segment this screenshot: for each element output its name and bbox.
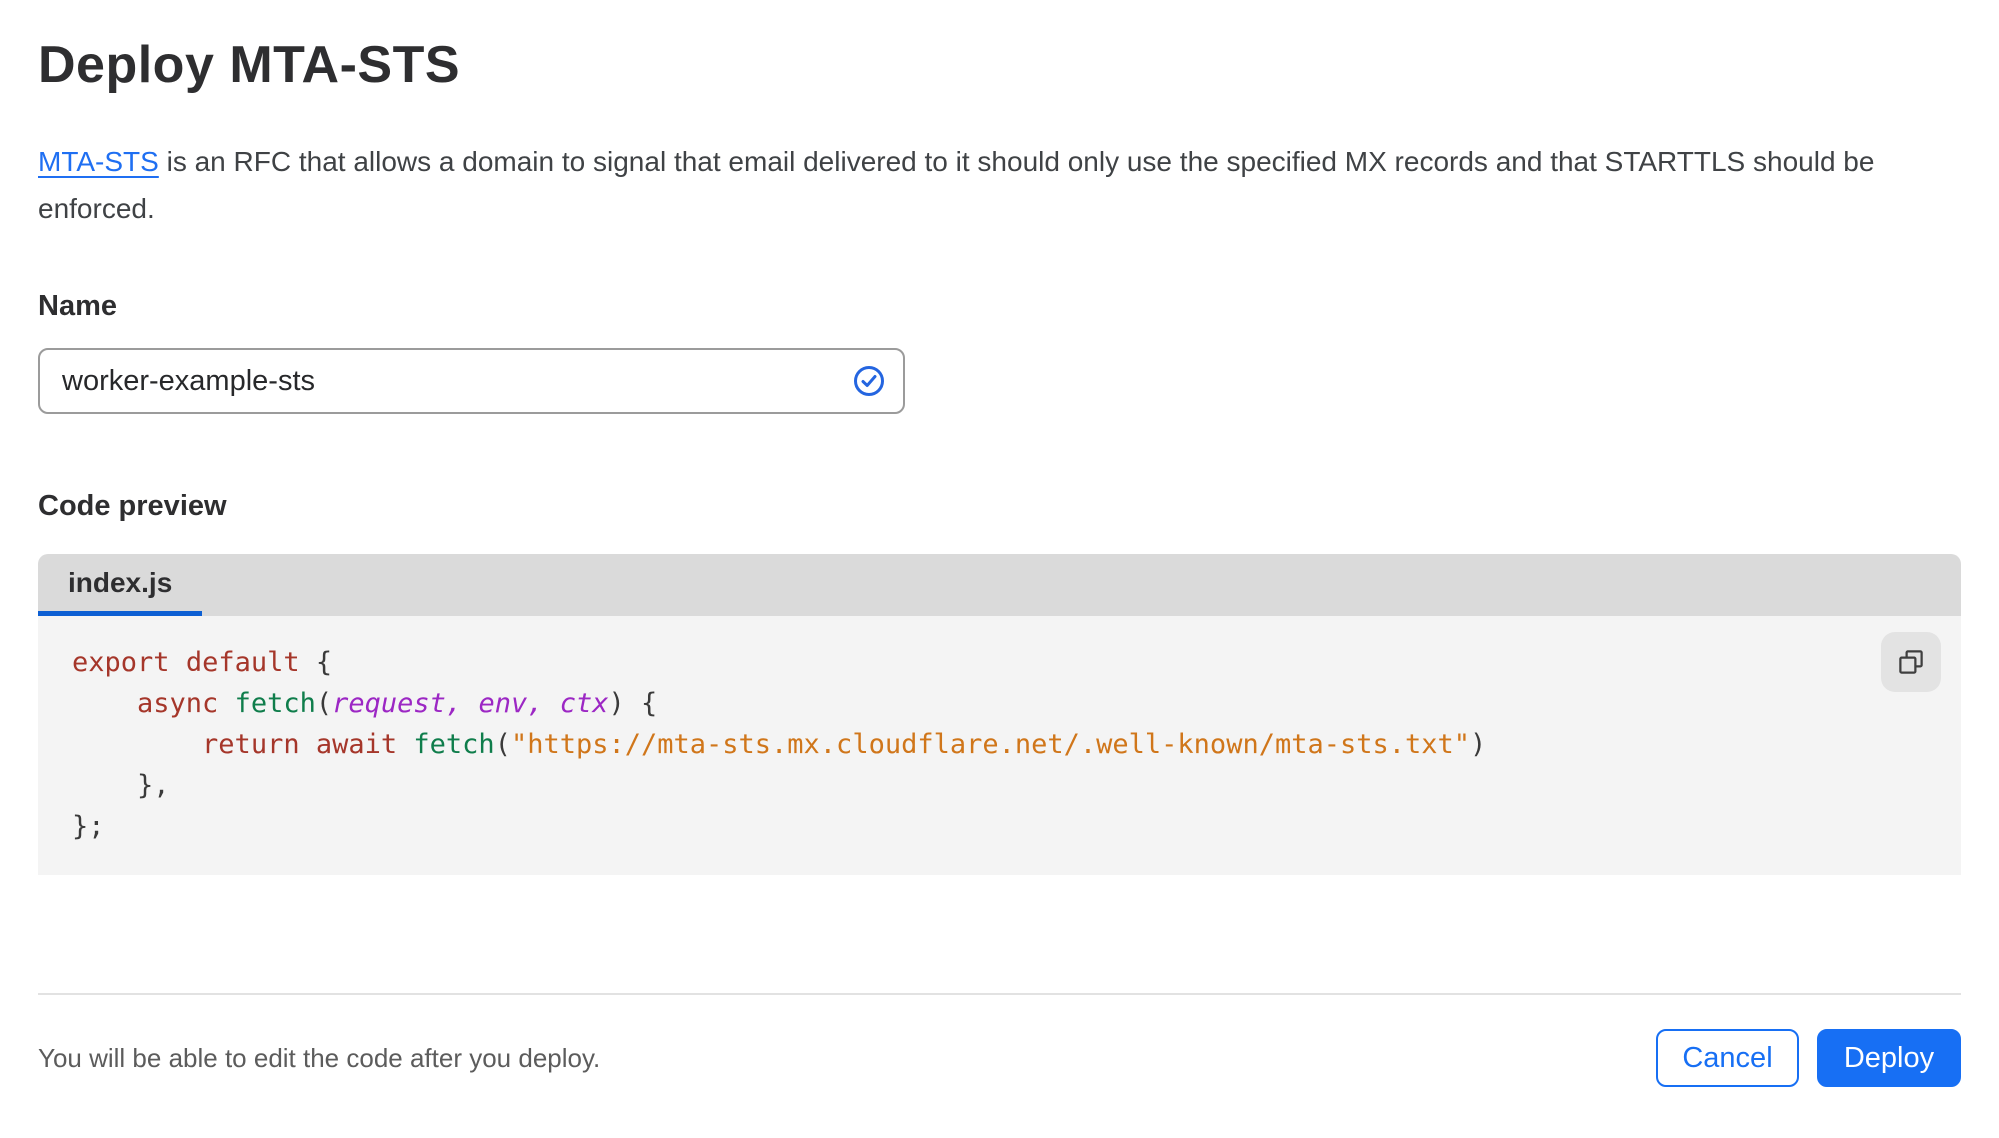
code-content: export default { async fetch(request, en…: [72, 642, 1841, 847]
code-preview-label: Code preview: [38, 490, 227, 522]
code-line: },: [72, 770, 170, 801]
page-description: MTA-STS is an RFC that allows a domain t…: [38, 138, 1938, 232]
name-input[interactable]: [38, 348, 905, 414]
deploy-mta-sts-page: Deploy MTA-STS MTA-STS is an RFC that al…: [0, 0, 1999, 1087]
name-field-label: Name: [38, 290, 117, 322]
description-text: is an RFC that allows a domain to signal…: [38, 146, 1875, 224]
footer: You will be able to edit the code after …: [38, 1029, 1961, 1087]
footer-divider: [38, 993, 1961, 995]
page-title: Deploy MTA-STS: [38, 36, 461, 94]
footer-actions: Cancel Deploy: [1656, 1029, 1961, 1087]
copy-code-button[interactable]: [1881, 632, 1941, 692]
cancel-button[interactable]: Cancel: [1656, 1029, 1799, 1087]
check-circle-icon: [853, 365, 885, 397]
code-line: return await fetch("https://mta-sts.mx.c…: [202, 729, 1487, 760]
name-field-wrap: [38, 348, 905, 414]
tab-index-js[interactable]: index.js: [38, 554, 203, 616]
code-editor: export default { async fetch(request, en…: [38, 616, 1961, 875]
code-line: export default {: [72, 647, 333, 678]
code-line: };: [72, 811, 105, 842]
code-line: async fetch(request, env, ctx) {: [137, 688, 658, 719]
footer-note: You will be able to edit the code after …: [38, 1042, 601, 1073]
mta-sts-link[interactable]: MTA-STS: [38, 146, 159, 177]
code-preview-block: index.js export default { async fetch(re…: [38, 554, 1961, 875]
copy-icon: [1896, 647, 1926, 677]
deploy-button[interactable]: Deploy: [1817, 1029, 1961, 1087]
code-tab-bar: index.js: [38, 554, 1961, 616]
